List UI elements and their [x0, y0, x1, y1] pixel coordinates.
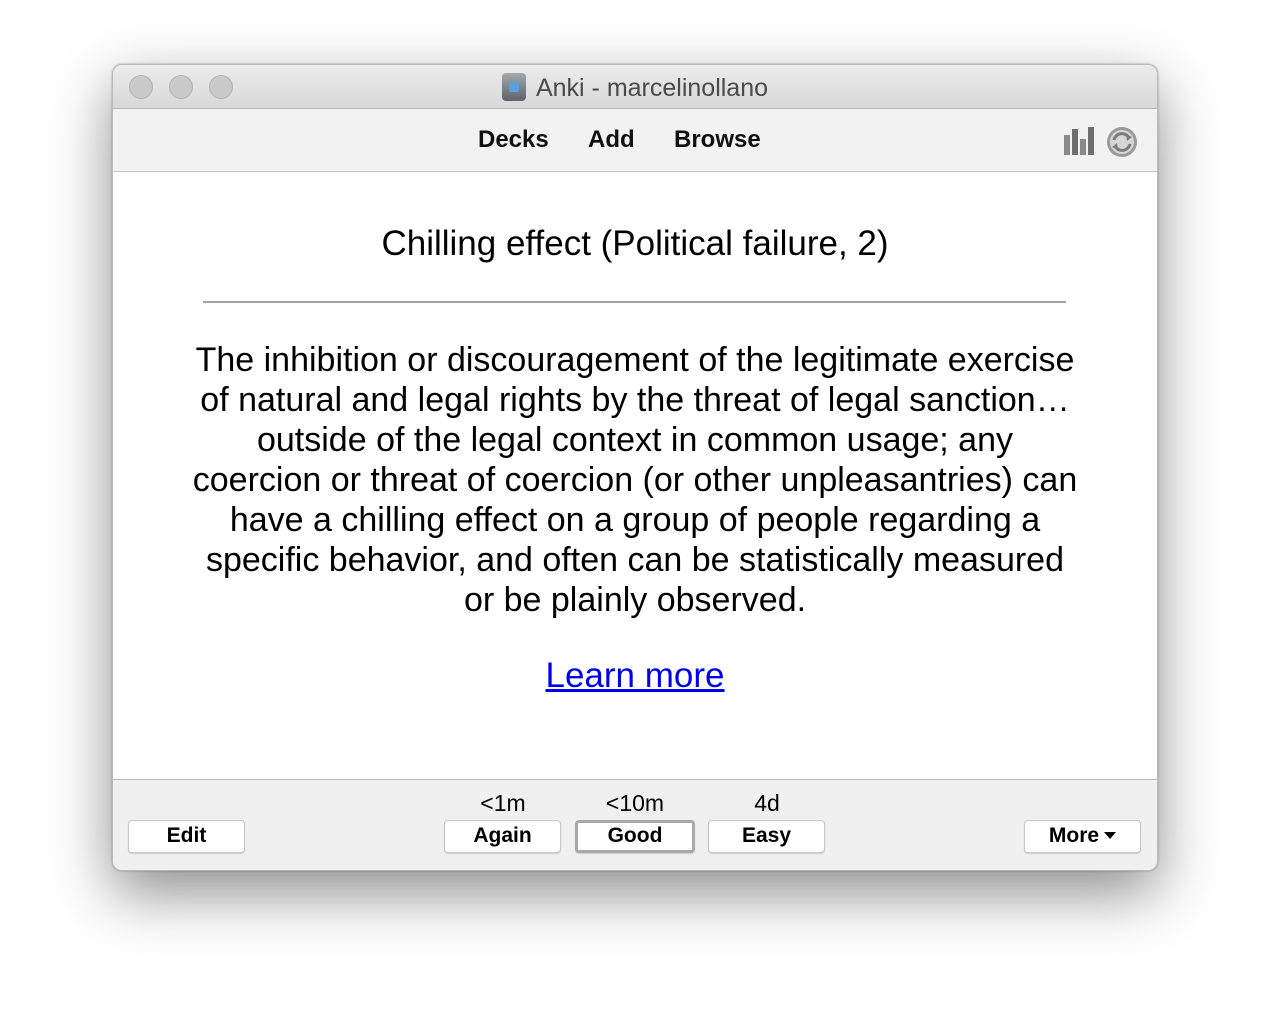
answer-line: specific behavior, and often can be stat…	[205, 541, 1065, 579]
learn-more-link: Learn more	[113, 656, 1157, 696]
easy-interval: 4d	[754, 790, 780, 816]
title-bar[interactable]: Anki - marcelinollano	[113, 65, 1157, 109]
add-link[interactable]: Add	[588, 126, 635, 154]
good-interval: <10m	[605, 790, 665, 816]
sync-icon[interactable]	[1105, 125, 1139, 159]
answer-line: or be plainly observed.	[463, 581, 807, 619]
main-toolbar: Decks Add Browse	[113, 109, 1157, 172]
browse-link[interactable]: Browse	[674, 126, 761, 154]
answer-line: The inhibition or discouragement of the …	[195, 341, 1075, 379]
anki-app-icon	[501, 73, 526, 101]
question-answer-divider	[203, 301, 1066, 303]
answer-line: coercion or threat of coercion (or other…	[192, 461, 1078, 499]
again-button[interactable]: Again	[444, 820, 561, 853]
easy-button[interactable]: Easy	[708, 820, 825, 853]
more-button[interactable]: More	[1024, 820, 1141, 853]
review-bottom-bar: Edit <1m Again <10m Good 4d Easy More	[113, 779, 1157, 870]
edit-button[interactable]: Edit	[128, 820, 245, 853]
answer-line: have a chilling effect on a group of peo…	[229, 501, 1041, 539]
learn-more-link-text[interactable]: Learn more	[546, 656, 725, 695]
anki-window: Anki - marcelinollano Decks Add Browse C…	[112, 64, 1158, 871]
chevron-down-icon	[1104, 832, 1117, 839]
again-interval: <1m	[480, 790, 526, 816]
decks-link[interactable]: Decks	[478, 126, 549, 154]
card-question: Chilling effect (Political failure, 2)	[381, 224, 889, 263]
good-button[interactable]: Good	[575, 820, 695, 853]
stats-icon[interactable]	[1063, 125, 1095, 155]
answer-line: of natural and legal rights by the threa…	[200, 381, 1070, 419]
card-answer: The inhibition or discouragement of the …	[153, 340, 1117, 620]
window-title: Anki - marcelinollano	[113, 73, 1157, 103]
more-button-label: More	[1048, 824, 1100, 847]
window-title-text: Anki - marcelinollano	[535, 74, 769, 102]
answer-line: outside of the legal context in common u…	[256, 421, 1014, 459]
card-view: Chilling effect (Political failure, 2) T…	[113, 172, 1157, 778]
